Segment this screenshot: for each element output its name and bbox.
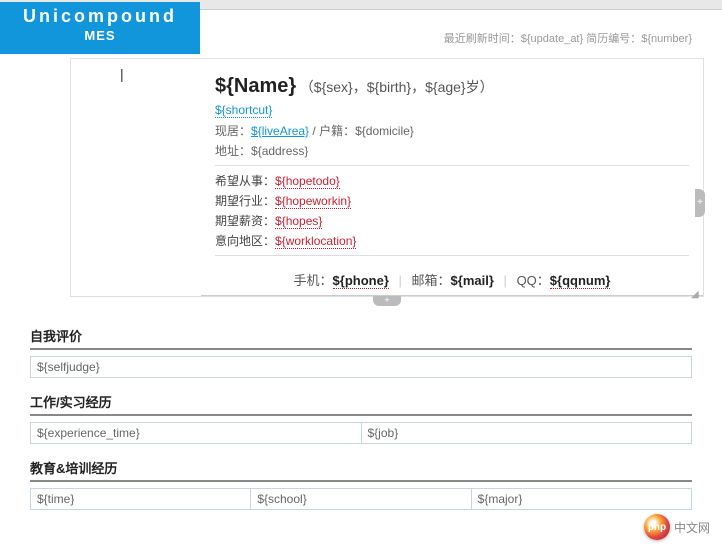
- page: Unicompound MES 最近刷新时间：${update_at} 简历编号…: [0, 0, 722, 546]
- section-education: 教育&培训经历 ${time} ${school} ${major}: [30, 458, 692, 510]
- job-field[interactable]: ${job}: [362, 423, 692, 443]
- livearea-variable[interactable]: ${liveArea}: [251, 124, 309, 138]
- domicile-variable[interactable]: ${domicile}: [355, 124, 414, 138]
- phone-variable[interactable]: ${phone}: [333, 273, 389, 289]
- sex-variable[interactable]: ${sex}: [314, 79, 353, 95]
- hope-location-label: 意向地区：: [215, 234, 275, 248]
- watermark: php 中文网: [644, 514, 710, 540]
- paren-open: （: [300, 79, 314, 95]
- hope-industry-label: 期望行业：: [215, 194, 275, 208]
- brand-title: Unicompound: [0, 6, 200, 27]
- contact-bar: 手机：${phone} | 邮箱：${mail} | QQ：${qqnum}: [215, 262, 689, 295]
- cursor-caret-icon: |: [120, 66, 124, 82]
- brand-logo: Unicompound MES: [0, 2, 200, 54]
- section-work-experience: 工作/实习经历 ${experience_time} ${job}: [30, 392, 692, 444]
- php-logo-icon: php: [644, 514, 670, 540]
- hope-industry-line: 期望行业：${hopeworkin}: [215, 192, 689, 209]
- separator: |: [504, 273, 507, 288]
- divider: [215, 165, 689, 166]
- qq-label: QQ：: [517, 273, 550, 288]
- mail-variable[interactable]: ${mail}: [451, 273, 494, 288]
- section-self-evaluation: 自我评价 ${selfjudge}: [30, 326, 692, 378]
- major-field[interactable]: ${major}: [472, 489, 691, 509]
- add-right-handle[interactable]: +: [695, 189, 705, 217]
- hope-location-line: 意向地区：${worklocation}: [215, 232, 689, 249]
- age-suffix: 岁）: [466, 79, 494, 95]
- selfjudge-field[interactable]: ${selfjudge}: [30, 356, 692, 378]
- address-line: 地址：${address}: [215, 142, 689, 159]
- name-line: ${Name} （${sex}，${birth}，${age}岁）: [215, 75, 689, 98]
- residence-line: 现居：${liveArea} / 户籍：${domicile}: [215, 122, 689, 139]
- domicile-label: 户籍：: [319, 124, 355, 138]
- phone-label: 手机：: [294, 273, 333, 288]
- section-title: 工作/实习经历: [30, 392, 692, 416]
- add-below-handle[interactable]: +: [373, 296, 401, 306]
- divider: [215, 255, 689, 256]
- resume-header-card[interactable]: ${Name} （${sex}，${birth}，${age}岁） ${shor…: [201, 65, 703, 296]
- address-variable[interactable]: ${address}: [251, 144, 308, 158]
- section-title: 自我评价: [30, 326, 692, 350]
- shortcut-variable[interactable]: ${shortcut}: [215, 103, 272, 118]
- slash: /: [309, 124, 319, 138]
- hope-salary-line: 期望薪资：${hopes}: [215, 212, 689, 229]
- meta-info: 最近刷新时间：${update_at} 简历编号：${number}: [444, 30, 692, 46]
- comma2: ，: [411, 79, 425, 95]
- edu-row: ${time} ${school} ${major}: [30, 488, 692, 510]
- hope-location-variable[interactable]: ${worklocation}: [275, 234, 356, 249]
- live-label: 现居：: [215, 124, 251, 138]
- watermark-text: 中文网: [674, 519, 710, 536]
- name-variable[interactable]: ${Name}: [215, 75, 296, 97]
- editor-canvas[interactable]: ${Name} （${sex}，${birth}，${age}岁） ${shor…: [70, 58, 704, 297]
- experience-time-field[interactable]: ${experience_time}: [31, 423, 362, 443]
- birth-variable[interactable]: ${birth}: [367, 79, 411, 95]
- refresh-var: ${update_at}: [521, 33, 583, 45]
- resize-handle-icon[interactable]: [691, 284, 701, 294]
- hope-todo-line: 希望从事：${hopetodo}: [215, 172, 689, 189]
- time-field[interactable]: ${time}: [31, 489, 251, 509]
- work-row: ${experience_time} ${job}: [30, 422, 692, 444]
- hope-salary-variable[interactable]: ${hopes}: [275, 214, 322, 229]
- age-variable[interactable]: ${age}: [425, 79, 466, 95]
- address-label: 地址：: [215, 144, 251, 158]
- section-title: 教育&培训经历: [30, 458, 692, 482]
- resume-id-var: ${number}: [641, 33, 692, 45]
- comma1: ，: [353, 79, 367, 95]
- resume-id-label: 简历编号：: [583, 33, 641, 45]
- brand-subtitle: MES: [0, 28, 200, 43]
- mail-label: 邮箱：: [412, 273, 451, 288]
- school-field[interactable]: ${school}: [251, 489, 471, 509]
- hope-salary-label: 期望薪资：: [215, 214, 275, 228]
- hope-todo-variable[interactable]: ${hopetodo}: [275, 174, 340, 189]
- hope-todo-label: 希望从事：: [215, 174, 275, 188]
- refresh-label: 最近刷新时间：: [444, 33, 521, 45]
- qq-variable[interactable]: ${qqnum}: [550, 273, 611, 289]
- separator: |: [399, 273, 402, 288]
- hope-industry-variable[interactable]: ${hopeworkin}: [275, 194, 351, 209]
